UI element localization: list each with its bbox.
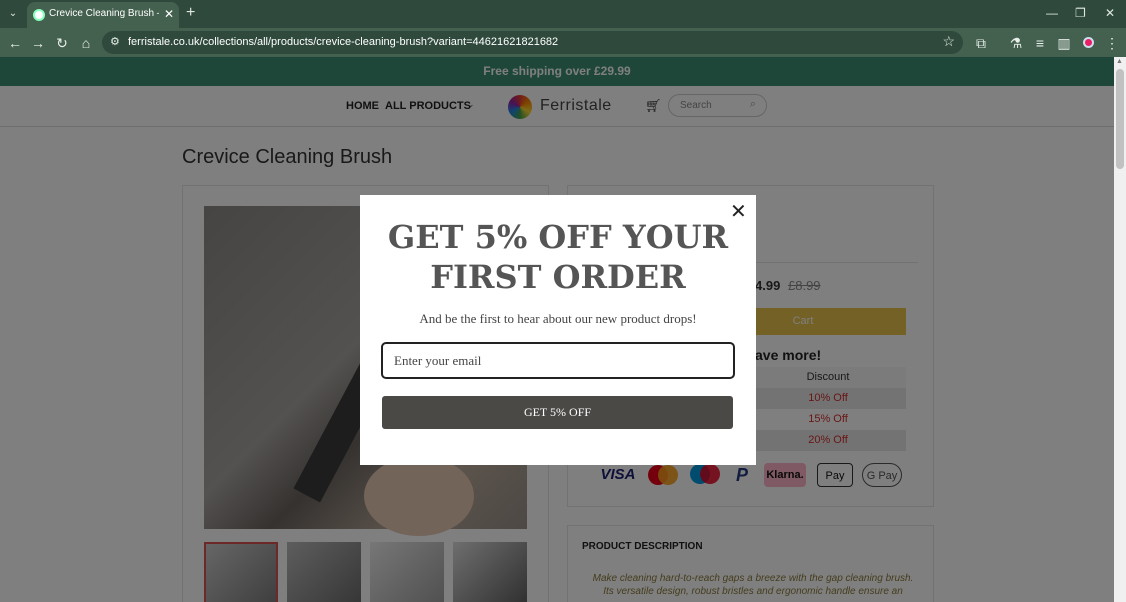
forward-arrow-icon[interactable]: → [28,33,48,53]
reload-icon[interactable]: ↻ [52,33,72,53]
minimize-icon[interactable]: — [1046,6,1058,20]
page-scrollbar[interactable]: ▲ [1114,57,1126,602]
scroll-thumb[interactable] [1116,69,1124,169]
profile-avatar[interactable] [1083,37,1094,48]
new-tab-icon[interactable]: + [186,4,195,22]
tab-close-icon[interactable]: ✕ [164,7,174,21]
address-bar[interactable]: ⚙ ferristale.co.uk/collections/all/produ… [102,31,963,54]
home-icon[interactable]: ⌂ [76,33,96,53]
email-field[interactable] [381,342,735,379]
browser-toolbar: ← → ↻ ⌂ ⚙ ferristale.co.uk/collections/a… [0,28,1126,57]
extensions-icon[interactable]: ⧉ [971,33,991,53]
discount-popup: ✕ GET 5% OFF YOUR FIRST ORDER And be the… [360,195,756,465]
browser-tab[interactable]: Crevice Cleaning Brush – ferristale ✕ [27,2,179,28]
tab-search-icon[interactable]: ⌄ [4,5,22,23]
media-icon[interactable]: ≡ [1030,33,1050,53]
tab-title: Crevice Cleaning Brush – ferristale [49,8,159,19]
url-text[interactable]: ferristale.co.uk/collections/all/product… [128,36,558,48]
scroll-up-icon[interactable]: ▲ [1116,58,1123,65]
restore-icon[interactable]: ❐ [1075,6,1086,20]
window-close-icon[interactable]: ✕ [1105,6,1115,20]
get-discount-button[interactable]: GET 5% OFF [382,396,733,429]
browser-menu-icon[interactable]: ⋮ [1102,33,1122,53]
popup-heading: GET 5% OFF YOUR FIRST ORDER [387,218,729,296]
labs-icon[interactable]: ⚗ [1006,33,1026,53]
browser-tabstrip: ⌄ Crevice Cleaning Brush – ferristale ✕ … [0,0,1126,28]
back-arrow-icon[interactable]: ← [5,33,25,53]
site-info-icon[interactable]: ⚙ [110,35,120,48]
popup-subtext: And be the first to hear about our new p… [419,311,697,326]
bookmark-star-icon[interactable]: ☆ [942,33,955,50]
side-panel-icon[interactable]: ▥ [1054,33,1074,53]
favicon-icon [33,9,45,21]
